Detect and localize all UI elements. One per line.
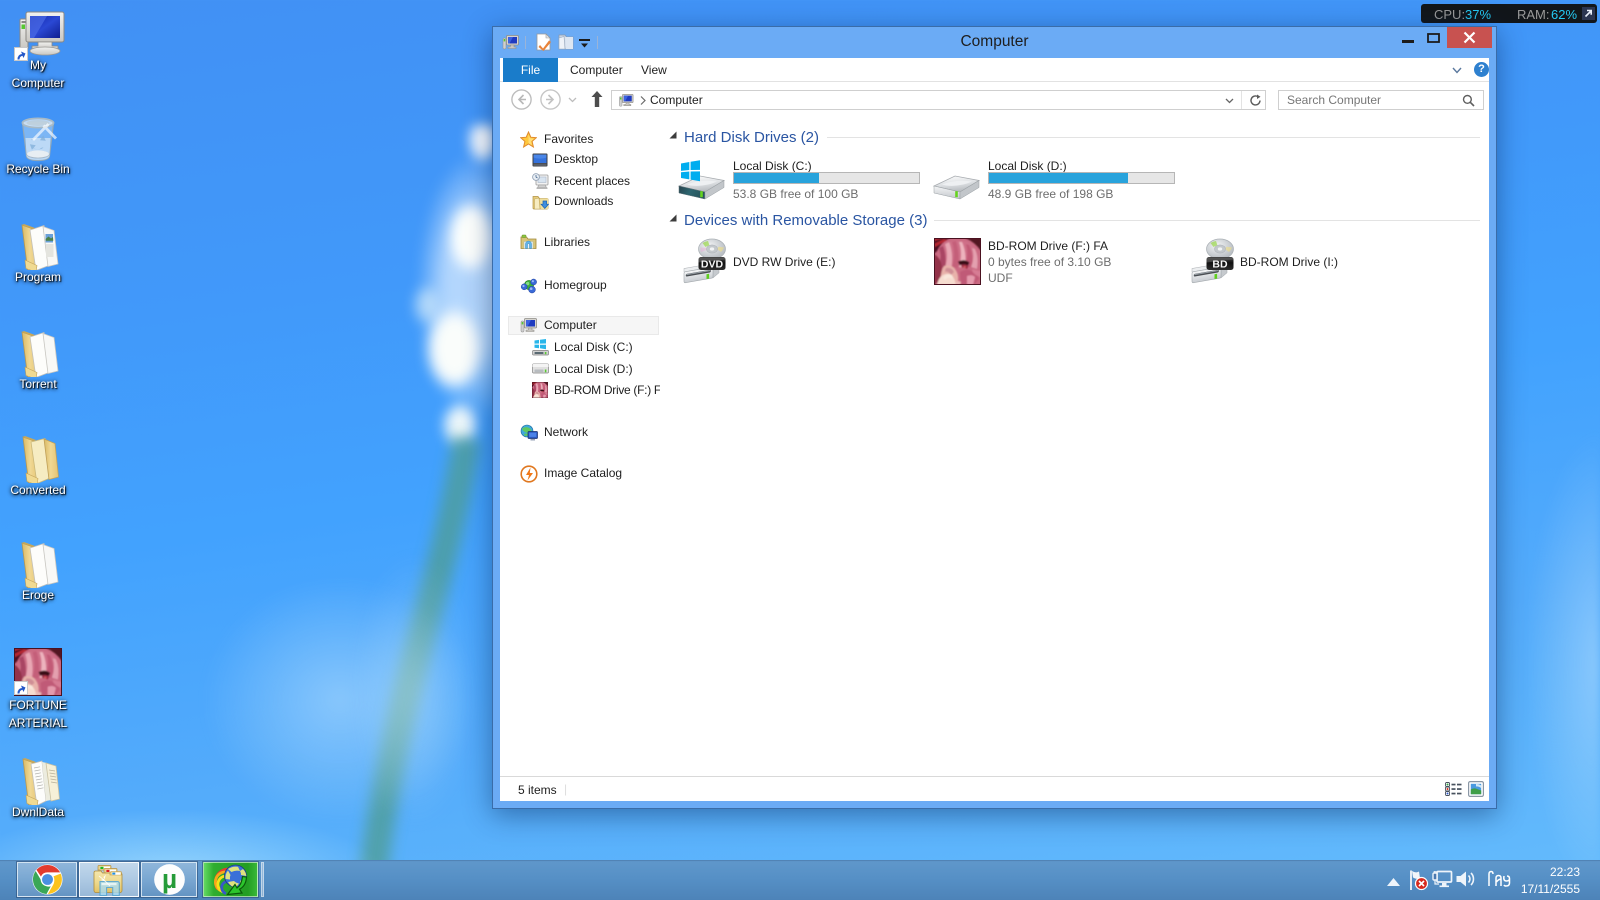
svg-text:µ: µ — [161, 864, 176, 894]
svg-text:DVD: DVD — [701, 259, 724, 271]
svg-text:BD: BD — [1212, 259, 1228, 271]
